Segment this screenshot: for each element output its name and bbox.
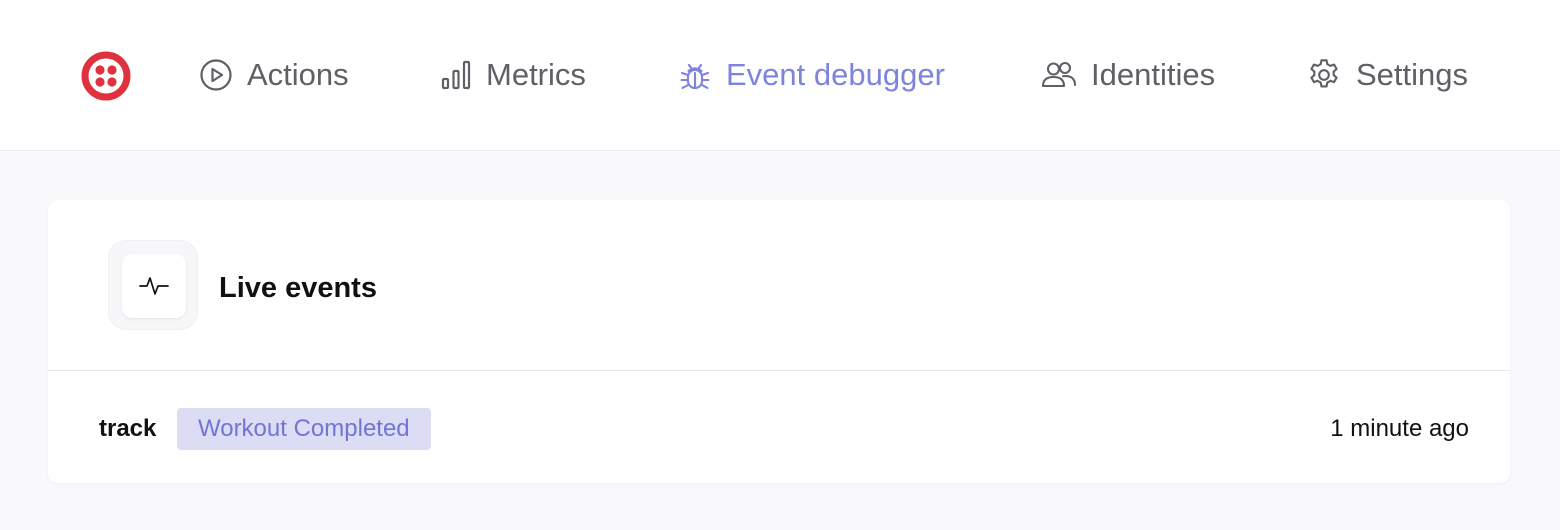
activity-pulse-icon xyxy=(122,254,186,318)
twilio-logo-icon[interactable] xyxy=(81,51,131,101)
live-events-icon-frame xyxy=(108,240,198,330)
nav-item-label: Metrics xyxy=(486,57,586,92)
event-name-badge[interactable]: Workout Completed xyxy=(177,408,431,450)
bar-chart-icon xyxy=(440,59,472,91)
nav-item-label: Identities xyxy=(1091,57,1216,92)
gear-icon xyxy=(1306,57,1342,93)
nav-item-label: Settings xyxy=(1356,57,1469,92)
users-icon xyxy=(1041,59,1077,91)
nav-item-actions[interactable]: Actions xyxy=(199,54,349,96)
top-navigation: Actions Metrics Event debugger Identitie… xyxy=(0,0,1560,151)
event-timestamp: 1 minute ago xyxy=(1330,415,1469,442)
card-title: Live events xyxy=(219,272,377,304)
bug-icon xyxy=(678,58,712,92)
nav-item-label: Event debugger xyxy=(726,57,945,92)
nav-item-metrics[interactable]: Metrics xyxy=(440,54,586,96)
event-type: track xyxy=(99,415,157,442)
event-row[interactable]: track Workout Completed 1 minute ago xyxy=(48,372,1510,483)
nav-item-settings[interactable]: Settings xyxy=(1306,54,1468,96)
nav-item-identities[interactable]: Identities xyxy=(1041,54,1215,96)
nav-item-event-debugger[interactable]: Event debugger xyxy=(678,54,945,96)
nav-item-label: Actions xyxy=(247,57,349,92)
card-header: Live events xyxy=(48,200,1510,371)
live-events-card: Live events track Workout Completed 1 mi… xyxy=(48,200,1510,483)
play-circle-icon xyxy=(199,58,233,92)
